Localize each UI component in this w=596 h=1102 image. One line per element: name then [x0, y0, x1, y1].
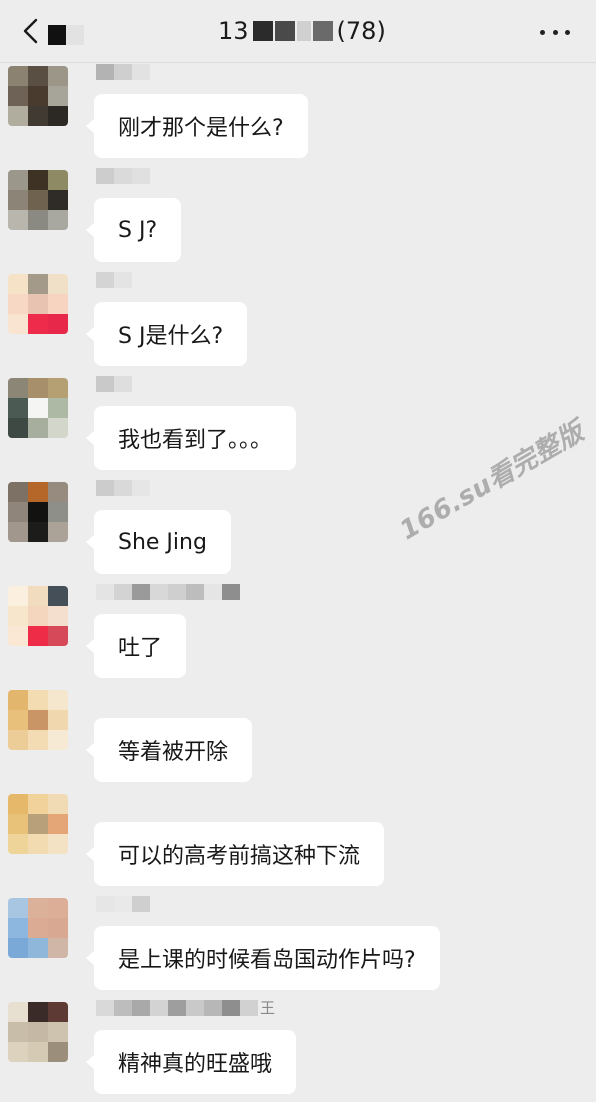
message-bubble[interactable]: 刚才那个是什么?	[86, 94, 308, 158]
avatar[interactable]	[8, 66, 68, 126]
chat-header: 13 (78)	[0, 0, 596, 63]
message-row: 是上课的时候看岛国动作片吗?	[0, 894, 596, 998]
message-row: She Jing	[0, 478, 596, 582]
sender-name-redacted	[96, 376, 132, 392]
message-bubble[interactable]: S J?	[85, 198, 182, 262]
message-row: 刚才那个是什么?	[0, 62, 596, 166]
message-row: 等着被开除	[0, 686, 596, 790]
avatar[interactable]	[8, 482, 68, 542]
message-bubble[interactable]: 可以的高考前搞这种下流	[85, 822, 385, 886]
member-count: (78)	[336, 17, 386, 45]
sender-name-redacted	[96, 896, 150, 912]
avatar[interactable]	[8, 690, 68, 750]
message-row: 可以的高考前搞这种下流	[0, 790, 596, 894]
message-row: S J?	[0, 166, 596, 270]
more-options-icon[interactable]	[540, 28, 570, 36]
group-title-redacted	[252, 21, 333, 41]
sender-name-redacted	[96, 64, 150, 80]
message-bubble[interactable]: 等着被开除	[85, 718, 253, 782]
chat-name-redacted	[48, 24, 88, 46]
avatar[interactable]	[8, 274, 68, 334]
avatar[interactable]	[8, 794, 68, 854]
sender-name-tail: 王	[260, 999, 276, 1017]
group-title: 13 (78)	[218, 16, 386, 46]
group-title-prefix: 13	[218, 17, 249, 45]
sender-name-redacted	[96, 272, 132, 288]
message-bubble[interactable]: 是上课的时候看岛国动作片吗?	[86, 926, 440, 990]
avatar[interactable]	[8, 898, 68, 958]
message-bubble[interactable]: 精神真的旺盛哦	[85, 1030, 297, 1094]
back-arrow-icon[interactable]	[20, 18, 44, 44]
message-row: S J是什么?	[0, 270, 596, 374]
message-bubble[interactable]: S J是什么?	[85, 302, 248, 366]
avatar[interactable]	[8, 170, 68, 230]
sender-name-redacted	[96, 480, 150, 496]
avatar[interactable]	[8, 1002, 68, 1062]
avatar[interactable]	[8, 378, 68, 438]
message-bubble[interactable]: She Jing	[86, 510, 231, 574]
message-bubble[interactable]: 吐了	[85, 614, 187, 678]
sender-name-redacted	[96, 584, 240, 600]
avatar[interactable]	[8, 586, 68, 646]
message-row: 吐了	[0, 582, 596, 686]
sender-name-redacted: 王	[96, 1000, 275, 1016]
message-row: 王精神真的旺盛哦	[0, 998, 596, 1102]
sender-name-redacted	[96, 168, 150, 184]
message-bubble[interactable]: 我也看到了。。。	[85, 406, 297, 470]
